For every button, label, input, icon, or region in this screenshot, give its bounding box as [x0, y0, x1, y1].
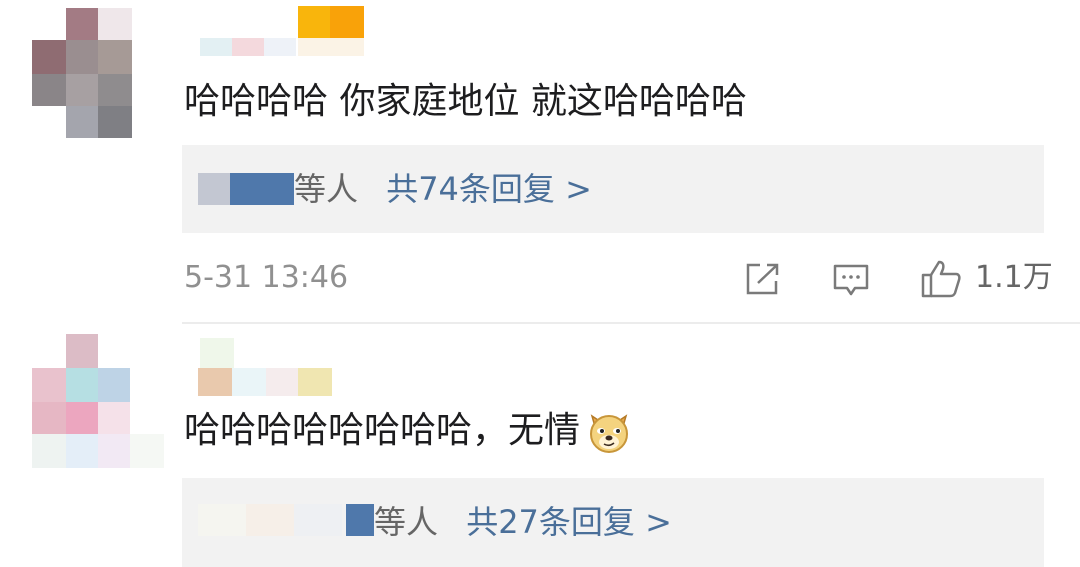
reply-avatars [198, 504, 374, 536]
like-count: 1.1万 [975, 260, 1053, 295]
username[interactable] [176, 4, 376, 60]
comment-timestamp: 5-31 13:46 [184, 260, 349, 295]
avatar[interactable] [32, 8, 132, 138]
reply-users-suffix: 等人 [374, 503, 439, 541]
reply-users-suffix: 等人 [294, 170, 359, 208]
divider [182, 322, 1080, 324]
reply-count-link[interactable]: 共74条回复 > [386, 170, 592, 208]
reply-summary[interactable]: 等人 共74条回复 > [182, 145, 1044, 233]
reply-count-link[interactable]: 共27条回复 > [466, 503, 672, 541]
comment-text: 哈哈哈哈 你家庭地位 就这哈哈哈哈 [184, 81, 747, 122]
comment-text-row: 哈哈哈哈哈哈哈哈，无情 [184, 402, 632, 460]
reply-summary[interactable]: 等人 共27条回复 > [182, 478, 1044, 567]
username[interactable] [176, 338, 346, 398]
like-icon[interactable] [920, 259, 962, 299]
comment-icon[interactable] [832, 263, 870, 299]
doge-emoji [586, 408, 632, 454]
reply-avatars [198, 173, 294, 205]
share-icon[interactable] [744, 262, 780, 296]
avatar[interactable] [32, 334, 164, 468]
comment-text: 哈哈哈哈哈哈哈哈，无情 [184, 410, 581, 451]
